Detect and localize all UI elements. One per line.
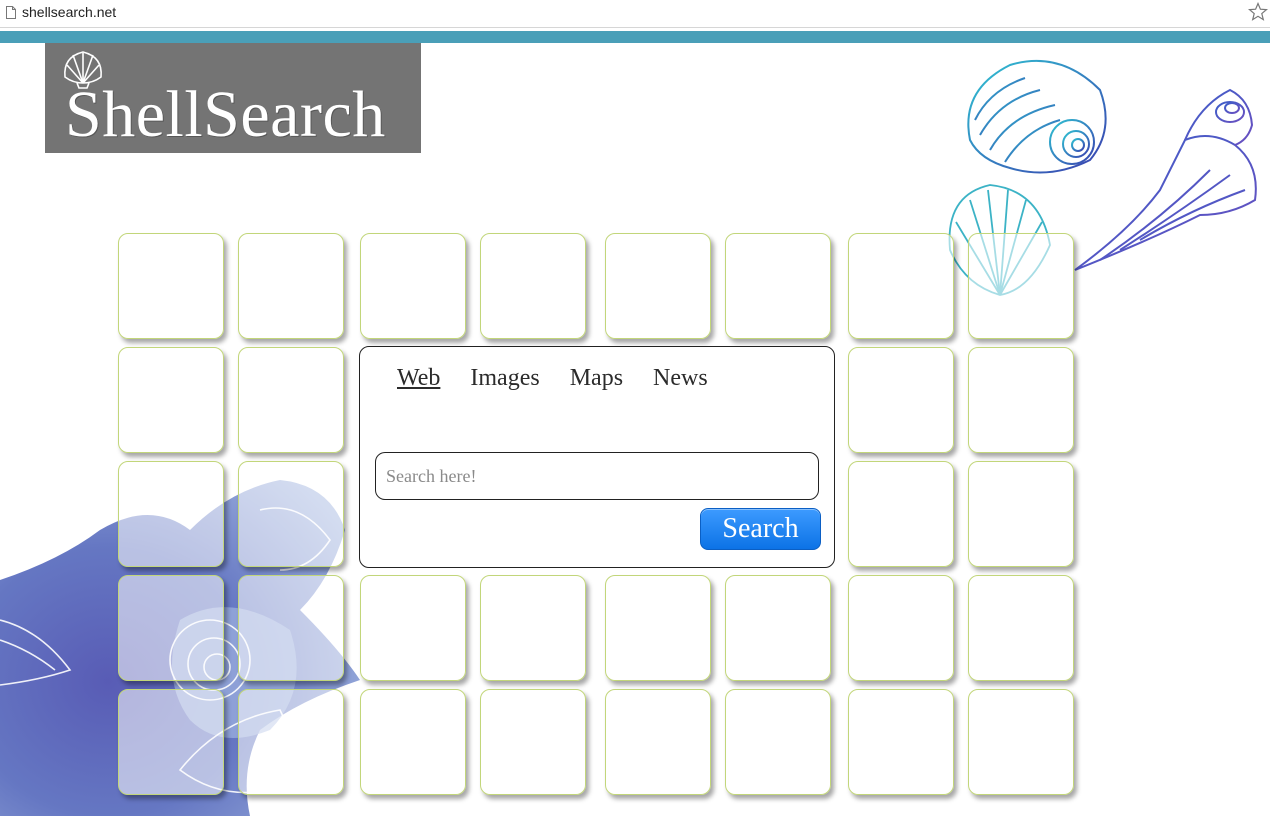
logo-text: ShellSearch [65, 78, 386, 151]
url-text[interactable]: shellsearch.net [22, 4, 116, 20]
tile-r1-c6[interactable] [848, 347, 954, 453]
tile-r4-c1[interactable] [238, 689, 344, 795]
tile-r0-c5[interactable] [725, 233, 831, 339]
star-icon[interactable] [1248, 2, 1268, 22]
tile-r2-c6[interactable] [848, 461, 954, 567]
tile-r4-c7[interactable] [968, 689, 1074, 795]
tile-r3-c3[interactable] [480, 575, 586, 681]
tile-r0-c0[interactable] [118, 233, 224, 339]
site-logo[interactable]: ShellSearch [45, 43, 421, 153]
tile-r2-c1[interactable] [238, 461, 344, 567]
tab-news[interactable]: News [653, 365, 708, 392]
tile-r4-c4[interactable] [605, 689, 711, 795]
tile-r3-c4[interactable] [605, 575, 711, 681]
tile-r3-c6[interactable] [848, 575, 954, 681]
tab-maps[interactable]: Maps [570, 365, 623, 392]
tile-r3-c0[interactable] [118, 575, 224, 681]
tile-r1-c1[interactable] [238, 347, 344, 453]
search-input[interactable] [375, 452, 819, 500]
address-bar[interactable]: shellsearch.net [0, 0, 1270, 28]
tile-r4-c2[interactable] [360, 689, 466, 795]
tile-r4-c3[interactable] [480, 689, 586, 795]
tile-r4-c5[interactable] [725, 689, 831, 795]
tile-r1-c7[interactable] [968, 347, 1074, 453]
tile-r0-c4[interactable] [605, 233, 711, 339]
tile-r0-c1[interactable] [238, 233, 344, 339]
search-panel: Web Images Maps News Search [359, 346, 835, 568]
tile-r4-c6[interactable] [848, 689, 954, 795]
accent-bar [0, 31, 1270, 43]
tile-r3-c2[interactable] [360, 575, 466, 681]
tile-r0-c7[interactable] [968, 233, 1074, 339]
tile-r0-c6[interactable] [848, 233, 954, 339]
tile-r3-c1[interactable] [238, 575, 344, 681]
tile-r3-c5[interactable] [725, 575, 831, 681]
tile-r2-c7[interactable] [968, 461, 1074, 567]
tile-r0-c2[interactable] [360, 233, 466, 339]
tile-r0-c3[interactable] [480, 233, 586, 339]
tile-r1-c0[interactable] [118, 347, 224, 453]
page-icon [6, 6, 16, 19]
search-tabs: Web Images Maps News [397, 365, 708, 392]
tile-r2-c0[interactable] [118, 461, 224, 567]
tab-web[interactable]: Web [397, 365, 440, 392]
tile-r4-c0[interactable] [118, 689, 224, 795]
tab-images[interactable]: Images [470, 365, 539, 392]
tile-r3-c7[interactable] [968, 575, 1074, 681]
search-button[interactable]: Search [700, 508, 821, 550]
